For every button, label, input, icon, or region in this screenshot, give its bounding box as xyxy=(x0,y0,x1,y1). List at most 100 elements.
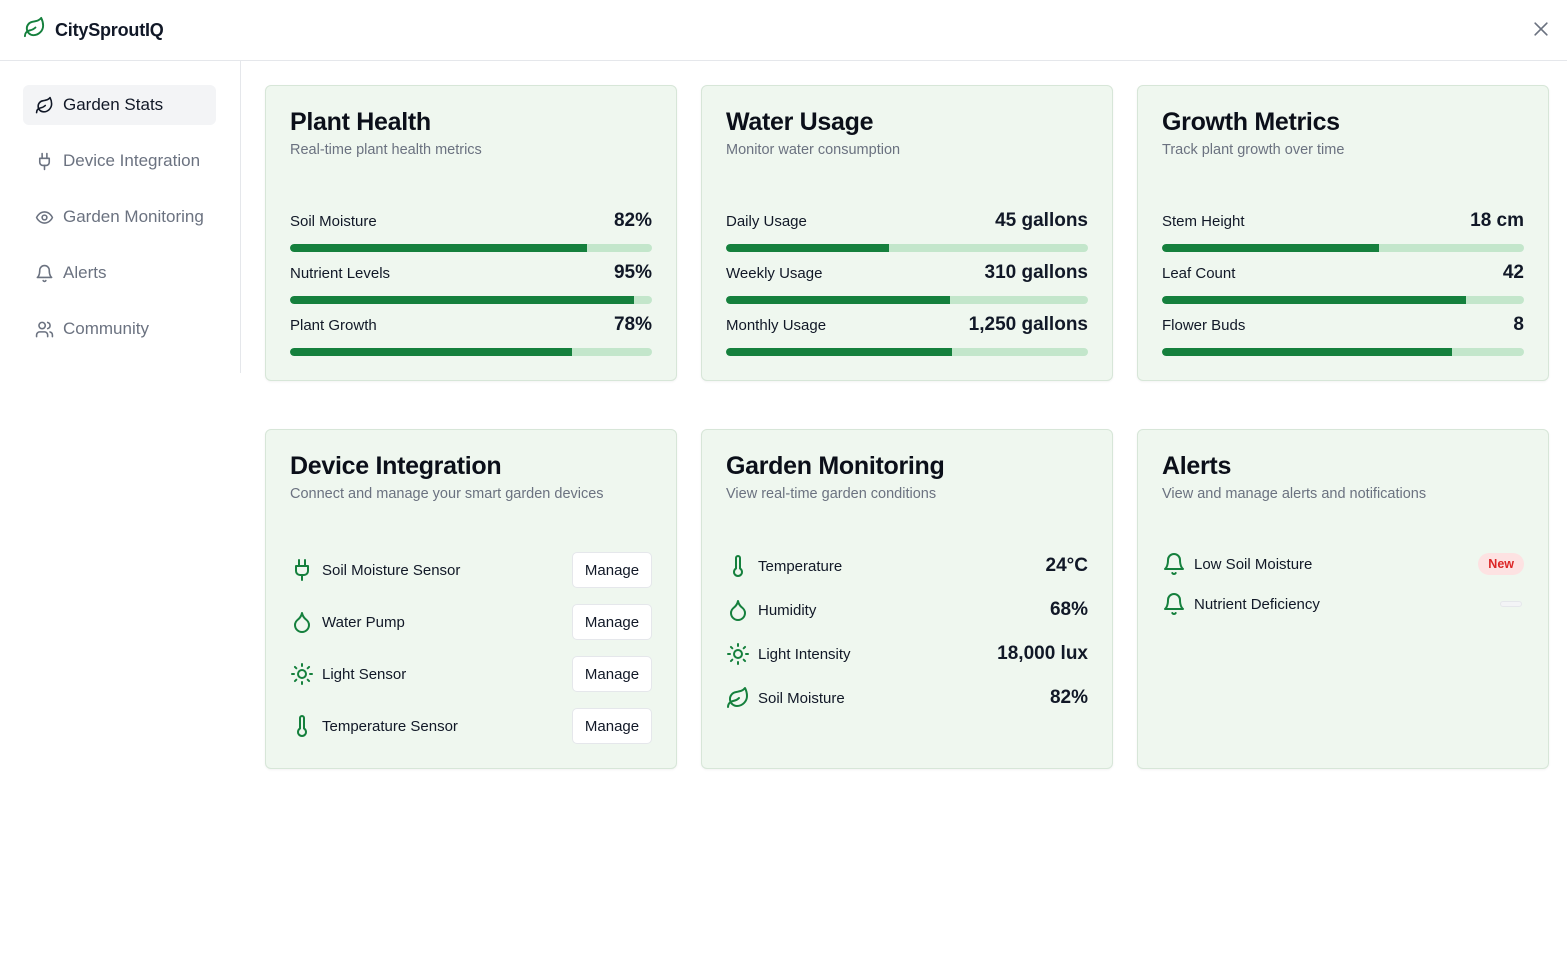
card-title: Plant Health xyxy=(290,108,431,136)
plant-health-card: Plant Health Real-time plant health metr… xyxy=(265,85,677,381)
progress-fill xyxy=(1162,348,1452,356)
progress-fill xyxy=(290,244,587,252)
reading-name: Humidity xyxy=(758,601,817,619)
manage-button[interactable]: Manage xyxy=(572,708,652,744)
reading-value: 24°C xyxy=(1045,555,1088,576)
sidebar-item-device-integration[interactable]: Device Integration xyxy=(23,141,216,181)
plug-icon xyxy=(295,559,309,581)
card-subtitle: Connect and manage your smart garden dev… xyxy=(290,486,604,502)
device-row: Temperature Sensor Manage xyxy=(290,708,652,744)
device-row: Soil Moisture Sensor Manage xyxy=(290,552,652,588)
alert-name: Nutrient Deficiency xyxy=(1194,595,1320,613)
reading-value: 68% xyxy=(1049,599,1088,620)
device-name: Temperature Sensor xyxy=(322,717,458,735)
bell-icon xyxy=(1164,593,1184,615)
progress-bar xyxy=(1162,244,1524,252)
eye-icon xyxy=(35,210,54,224)
growth-metrics-card: Growth Metrics Track plant growth over t… xyxy=(1137,85,1549,381)
card-subtitle: Track plant growth over time xyxy=(1162,142,1345,158)
new-badge: New xyxy=(1478,553,1524,575)
card-subtitle: Real-time plant health metrics xyxy=(290,142,482,158)
progress-fill xyxy=(290,296,634,304)
progress-bar xyxy=(290,348,652,356)
thermometer-icon xyxy=(733,555,743,577)
metric-leaf-count: Leaf Count 42 xyxy=(1162,262,1524,304)
progress-fill xyxy=(726,296,951,304)
metric-value: 95% xyxy=(613,262,652,283)
manage-button[interactable]: Manage xyxy=(572,552,652,588)
metric-plant-growth: Plant Growth 78% xyxy=(290,314,652,356)
reading-name: Light Intensity xyxy=(758,645,851,663)
card-title: Alerts xyxy=(1162,452,1232,480)
metric-label: Plant Growth xyxy=(290,317,377,334)
droplet-icon xyxy=(730,600,746,621)
card-subtitle: View real-time garden conditions xyxy=(726,486,937,502)
manage-button[interactable]: Manage xyxy=(572,656,652,692)
progress-bar xyxy=(1162,296,1524,304)
users-icon xyxy=(35,321,54,337)
reading-name: Soil Moisture xyxy=(758,689,845,707)
metric-label: Weekly Usage xyxy=(726,265,823,282)
metric-daily-usage: Daily Usage 45 gallons xyxy=(726,210,1088,252)
progress-bar xyxy=(290,244,652,252)
reading-row: Humidity 68% xyxy=(726,596,1088,624)
metric-label: Flower Buds xyxy=(1162,317,1246,334)
card-title: Water Usage xyxy=(726,108,874,136)
metric-label: Stem Height xyxy=(1162,213,1245,230)
card-title: Growth Metrics xyxy=(1162,108,1340,136)
leaf-icon xyxy=(35,96,53,113)
metric-soil-moisture: Soil Moisture 82% xyxy=(290,210,652,252)
metric-value: 310 gallons xyxy=(984,262,1089,283)
card-subtitle: View and manage alerts and notifications xyxy=(1162,486,1427,502)
metric-label: Daily Usage xyxy=(726,213,807,230)
alerts-card: Alerts View and manage alerts and notifi… xyxy=(1137,429,1549,769)
metric-value: 78% xyxy=(613,314,652,335)
sidebar-item-label: Garden Monitoring xyxy=(63,207,204,226)
sun-icon xyxy=(291,663,313,685)
metric-value: 1,250 gallons xyxy=(968,314,1088,335)
plug-icon xyxy=(38,152,51,170)
metric-value: 82% xyxy=(613,210,652,231)
metric-value: 45 gallons xyxy=(995,210,1088,231)
bell-icon xyxy=(1164,553,1184,575)
progress-bar xyxy=(726,244,1088,252)
progress-fill xyxy=(1162,296,1467,304)
metric-weekly-usage: Weekly Usage 310 gallons xyxy=(726,262,1088,304)
metric-nutrient-levels: Nutrient Levels 95% xyxy=(290,262,652,304)
device-integration-card: Device Integration Connect and manage yo… xyxy=(265,429,677,769)
sidebar-item-label: Garden Stats xyxy=(63,95,164,114)
sidebar-item-alerts[interactable]: Alerts xyxy=(23,253,216,293)
alert-name: Low Soil Moisture xyxy=(1194,555,1313,573)
device-name: Soil Moisture Sensor xyxy=(322,561,461,579)
sidebar-item-garden-monitoring[interactable]: Garden Monitoring xyxy=(23,197,216,237)
metric-monthly-usage: Monthly Usage 1,250 gallons xyxy=(726,314,1088,356)
metric-value: 8 xyxy=(1513,314,1524,335)
progress-fill xyxy=(726,348,953,356)
sidebar-item-label: Alerts xyxy=(63,263,107,282)
brand: CitySproutIQ xyxy=(23,16,164,44)
card-title: Device Integration xyxy=(290,452,502,480)
sidebar-item-garden-stats[interactable]: Garden Stats xyxy=(23,85,216,125)
progress-fill xyxy=(1162,244,1380,252)
metric-value: 42 xyxy=(1502,262,1524,283)
device-row: Light Sensor Manage xyxy=(290,656,652,692)
metric-label: Leaf Count xyxy=(1162,265,1236,282)
water-usage-card: Water Usage Monitor water consumption Da… xyxy=(701,85,1113,381)
sidebar-item-community[interactable]: Community xyxy=(23,309,216,349)
alert-item[interactable]: Low Soil Moisture New xyxy=(1162,551,1524,577)
bell-icon xyxy=(36,264,53,282)
card-subtitle: Monitor water consumption xyxy=(726,142,901,158)
close-button[interactable] xyxy=(1531,19,1551,39)
metric-value: 18 cm xyxy=(1470,210,1524,231)
empty-badge xyxy=(1500,601,1522,607)
leaf-icon xyxy=(727,687,748,708)
progress-fill xyxy=(290,348,573,356)
droplet-icon xyxy=(294,612,310,633)
alert-item[interactable]: Nutrient Deficiency xyxy=(1162,591,1524,617)
thermometer-icon xyxy=(297,715,307,737)
manage-button[interactable]: Manage xyxy=(572,604,652,640)
progress-fill xyxy=(726,244,889,252)
metric-label: Soil Moisture xyxy=(290,213,377,230)
reading-row: Temperature 24°C xyxy=(726,552,1088,580)
close-icon xyxy=(1534,22,1548,36)
